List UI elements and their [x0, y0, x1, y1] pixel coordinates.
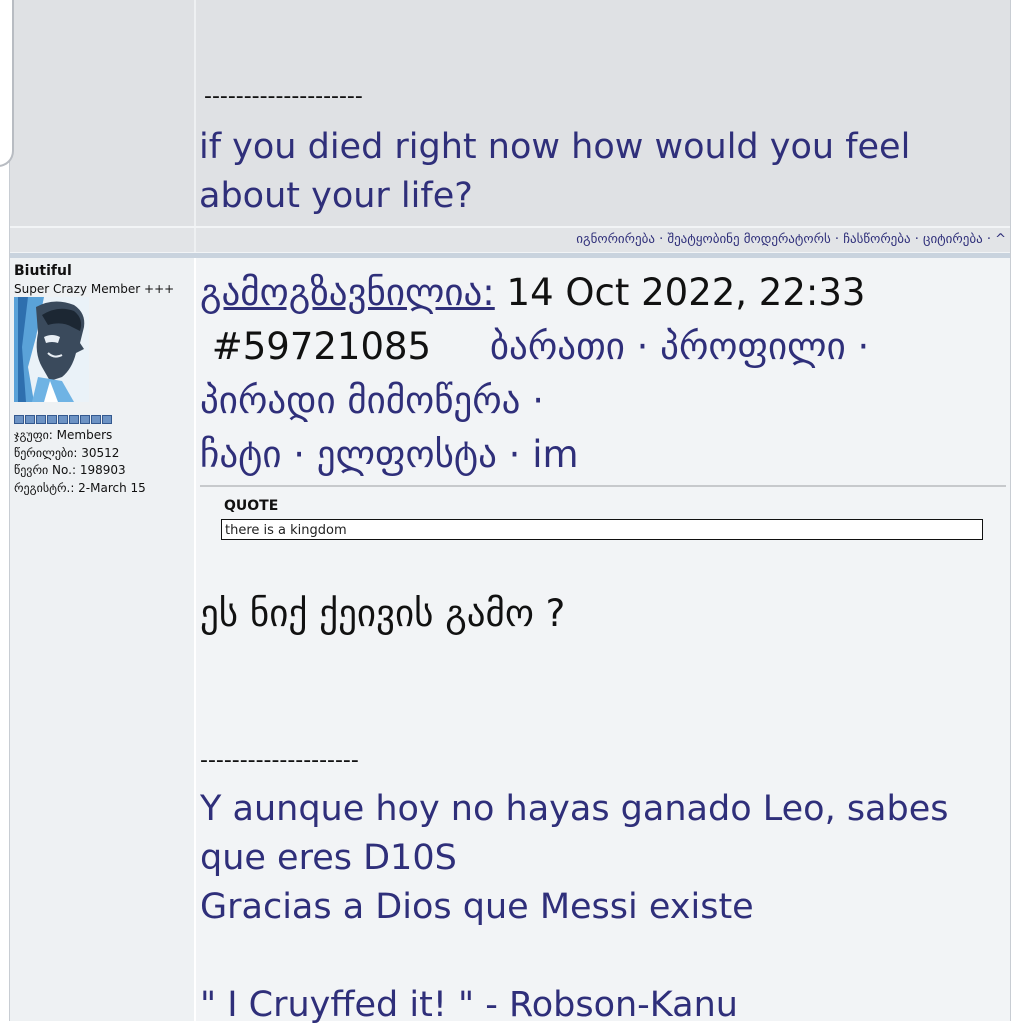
post-content: გამოგზავნილია: 14 Oct 2022, 22:33 #59721…: [196, 258, 1010, 1025]
separator-dot: ·: [857, 325, 870, 368]
rank-pip: [25, 415, 35, 424]
author-meta: ჯგუფი: Members წერილები: 30512 წევრი No.…: [14, 427, 146, 497]
avatar-portrait-icon: [14, 297, 89, 402]
scroll-top-link[interactable]: ^: [995, 232, 1010, 247]
separator: ·: [910, 232, 924, 247]
scroll-edge-decoration: [0, 0, 14, 167]
rank-pips: [14, 415, 112, 424]
separator-dot: ·: [293, 433, 306, 476]
post-date: 14 Oct 2022, 22:33: [506, 271, 866, 314]
rank-pip: [80, 415, 90, 424]
author-post-count: წერილები: 30512: [14, 445, 120, 460]
post-number[interactable]: #59721085: [212, 325, 431, 368]
author-name[interactable]: Biutiful: [14, 263, 72, 279]
post-actions-spacer: [10, 228, 196, 252]
author-group: ჯგუფი: Members: [14, 428, 113, 442]
post-header: გამოგზავნილია: 14 Oct 2022, 22:33 #59721…: [200, 266, 980, 482]
rank-pip: [47, 415, 57, 424]
separator-dot: ·: [636, 325, 649, 368]
signature-text: if you died right now how would you feel…: [199, 127, 911, 216]
author-member-number: წევრი No.: 198903: [14, 463, 126, 477]
author-registered: რეგისტრ.: 2-March 15: [14, 480, 146, 495]
rank-pip: [69, 415, 79, 424]
quote-link[interactable]: ციტირება: [923, 232, 983, 247]
signature-line: Gracias a Dios que Messi existe: [200, 887, 754, 927]
chat-link[interactable]: ჩატი: [200, 433, 281, 476]
signature-line: " I Cruyffed it! " - Robson-Kanu: [200, 985, 738, 1025]
post-body: ეს ნიქ ქეივის გამო ?: [200, 592, 566, 635]
im-link[interactable]: im: [532, 433, 578, 476]
signature: Y aunque hoy no hayas ganado Leo, sabes …: [200, 785, 980, 1030]
separator-dot: ·: [508, 433, 521, 476]
ignore-link[interactable]: იგნორირება: [576, 232, 655, 247]
signature-divider: --------------------: [204, 84, 363, 109]
separator: ·: [654, 232, 668, 247]
quote-box: there is a kingdom: [221, 519, 983, 540]
private-message-link[interactable]: პირადი მიმოწერა: [200, 379, 520, 422]
email-link[interactable]: ელფოსტა: [317, 433, 497, 476]
signature-divider: --------------------: [200, 748, 359, 773]
edit-link[interactable]: ჩასწორება: [843, 232, 910, 247]
rank-pip: [91, 415, 101, 424]
author-title: Super Crazy Member +++: [14, 282, 175, 296]
rank-pip: [14, 415, 24, 424]
separator-dot: ·: [532, 379, 544, 422]
avatar[interactable]: [14, 297, 89, 402]
previous-post-content: -------------------- if you died right n…: [196, 0, 1010, 226]
rank-pip: [102, 415, 112, 424]
header-divider: [200, 485, 1006, 487]
post-actions-bar: იგნორირება · შეატყობინე მოდერატორს · ჩას…: [196, 228, 1010, 252]
separator: ·: [830, 232, 844, 247]
card-link[interactable]: ბარათი: [490, 325, 625, 368]
forum-frame: -------------------- if you died right n…: [9, 0, 1011, 1025]
separator: ·: [982, 232, 996, 247]
post-author-column: Biutiful Super Crazy Member +++ ჯგუფი: M…: [10, 258, 196, 1021]
rank-pip: [36, 415, 46, 424]
sent-label[interactable]: გამოგზავნილია:: [200, 271, 495, 314]
rank-pip: [58, 415, 68, 424]
previous-post-author-column: [10, 0, 196, 226]
quote-label: QUOTE: [224, 498, 279, 514]
signature-line: Y aunque hoy no hayas ganado Leo, sabes …: [200, 789, 949, 878]
profile-link[interactable]: პროფილი: [660, 325, 846, 368]
report-link[interactable]: შეატყობინე მოდერატორს: [667, 232, 830, 247]
